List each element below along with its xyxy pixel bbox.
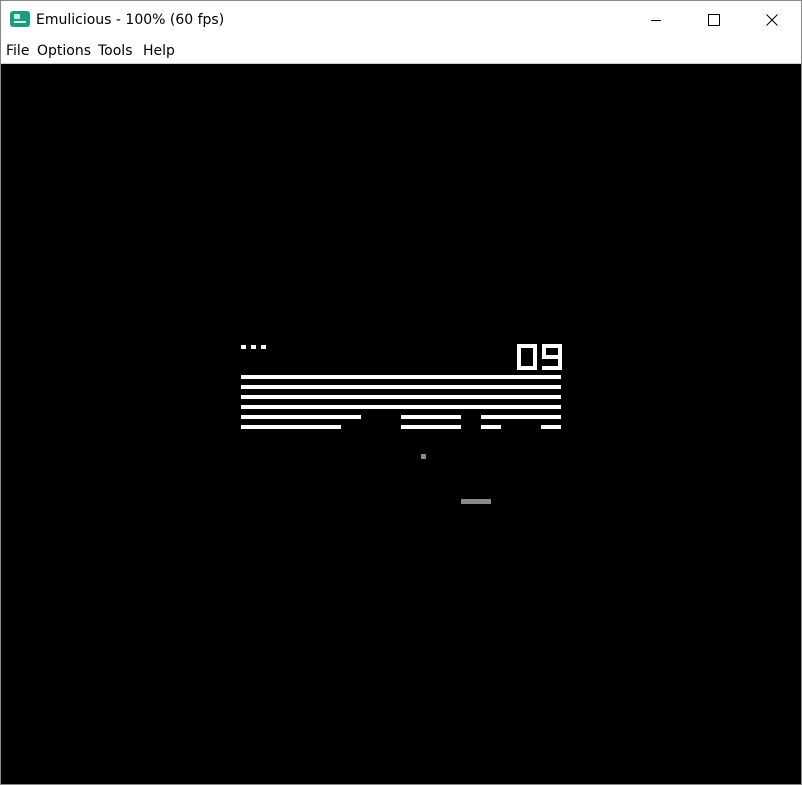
brick-row — [241, 405, 561, 409]
emulicious-app-icon — [10, 11, 30, 27]
score-display: 09 — [517, 344, 563, 374]
brick — [401, 415, 461, 419]
minimize-icon — [651, 20, 661, 21]
menu-tools[interactable]: Tools — [98, 42, 133, 60]
minimize-button[interactable] — [627, 1, 685, 39]
brick-row — [241, 375, 561, 379]
paddle — [461, 499, 491, 504]
close-icon — [766, 14, 778, 26]
brick — [241, 415, 361, 419]
maximize-button[interactable] — [685, 1, 743, 39]
menu-help[interactable]: Help — [143, 42, 175, 60]
brick — [401, 425, 461, 429]
brick — [481, 425, 501, 429]
brick — [481, 415, 561, 419]
emulator-window: Emulicious - 100% (60 fps) File Options … — [0, 0, 802, 785]
brick — [241, 425, 341, 429]
score-digits — [517, 344, 562, 370]
maximize-icon — [708, 14, 720, 26]
close-button[interactable] — [743, 1, 801, 39]
brick-row — [241, 385, 561, 389]
window-title: Emulicious - 100% (60 fps) — [36, 12, 225, 28]
game-screen[interactable]: ... 09 — [1, 64, 801, 784]
brick — [541, 425, 561, 429]
brick-row — [241, 395, 561, 399]
title-bar[interactable]: Emulicious - 100% (60 fps) — [1, 1, 801, 39]
ball — [421, 454, 426, 459]
menu-options[interactable]: Options — [37, 42, 91, 60]
menu-file[interactable]: File — [6, 42, 29, 60]
menu-bar: File Options Tools Help — [1, 39, 801, 64]
